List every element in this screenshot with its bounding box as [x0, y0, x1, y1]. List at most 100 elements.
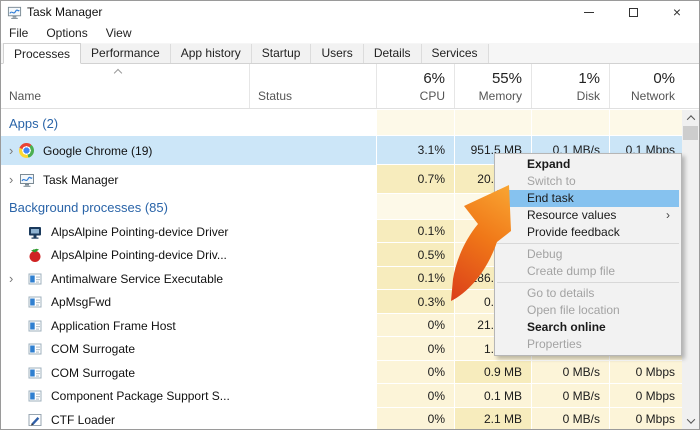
menu-view[interactable]: View: [97, 23, 141, 43]
status-cell: [249, 243, 376, 267]
process-name-cell[interactable]: › Task Manager: [1, 165, 249, 194]
process-name-cell[interactable]: › Google Chrome (19): [1, 136, 249, 165]
cpu-cell: 0.3%: [376, 290, 454, 314]
disk-cell: 0 MB/s: [531, 384, 609, 408]
process-name-cell[interactable]: Application Frame Host: [1, 314, 249, 337]
menu-item-provide-feedback[interactable]: Provide feedback: [497, 224, 679, 241]
process-name-cell[interactable]: ApMsgFwd: [1, 290, 249, 314]
tab-app-history[interactable]: App history: [171, 44, 252, 63]
pen-icon: [27, 412, 44, 428]
chrome-icon: [19, 143, 36, 159]
menu-item-switch-to: Switch to: [497, 173, 679, 190]
process-name: Task Manager: [36, 173, 118, 187]
status-cell: [249, 384, 376, 408]
menu-bar: FileOptionsView: [1, 23, 699, 43]
process-name: Application Frame Host: [44, 319, 176, 333]
scrollbar-thumb[interactable]: [683, 126, 698, 140]
cpu-cell: 0.1%: [376, 220, 454, 243]
window-title: Task Manager: [27, 5, 102, 19]
menu-item-resource-values[interactable]: Resource values›: [497, 207, 679, 224]
expander-icon[interactable]: ›: [1, 172, 19, 187]
network-cell: 0 Mbps: [609, 361, 682, 384]
memory-total-percent: 55%: [455, 70, 531, 87]
process-name: CTF Loader: [44, 413, 115, 427]
network-cell: [609, 110, 682, 136]
scroll-down-button[interactable]: [682, 413, 699, 429]
tab-performance[interactable]: Performance: [81, 44, 171, 63]
process-name-cell[interactable]: CTF Loader: [1, 408, 249, 429]
menu-options[interactable]: Options: [37, 23, 96, 43]
menu-item-debug: Debug: [497, 246, 679, 263]
tab-services[interactable]: Services: [422, 44, 489, 63]
cpu-cell: 0%: [376, 314, 454, 337]
column-network[interactable]: 0% Network: [609, 64, 684, 108]
process-name: Google Chrome (19): [36, 144, 152, 158]
column-cpu[interactable]: 6% CPU: [376, 64, 454, 108]
process-row-ctf-loader[interactable]: CTF Loader0%2.1 MB0 MB/s0 Mbps: [1, 408, 682, 429]
scrollbar[interactable]: [682, 110, 699, 429]
process-name: AlpsAlpine Pointing-device Driver: [44, 225, 228, 239]
menu-item-search-online[interactable]: Search online: [497, 319, 679, 336]
task-manager-app-icon: [7, 5, 22, 20]
menu-item-end-task[interactable]: End task: [497, 190, 679, 207]
chevron-down-icon: [686, 415, 694, 423]
tab-processes[interactable]: Processes: [3, 43, 81, 64]
menu-item-expand[interactable]: Expand: [497, 156, 679, 173]
maximize-icon: [629, 8, 638, 17]
scroll-up-button[interactable]: [682, 110, 699, 126]
cpu-total-percent: 6%: [377, 70, 454, 87]
column-status[interactable]: Status: [249, 64, 376, 108]
column-memory[interactable]: 55% Memory: [454, 64, 531, 108]
cpu-cell: 0.5%: [376, 243, 454, 267]
tomato-icon: [27, 247, 44, 263]
disk-cell: 0 MB/s: [531, 361, 609, 384]
menu-file[interactable]: File: [1, 23, 37, 43]
cpu-cell: 0%: [376, 361, 454, 384]
tab-users[interactable]: Users: [311, 44, 363, 63]
tab-startup[interactable]: Startup: [252, 44, 312, 63]
close-button[interactable]: ×: [655, 1, 699, 23]
column-disk[interactable]: 1% Disk: [531, 64, 609, 108]
group-label: Apps (2): [1, 116, 58, 131]
process-name-cell[interactable]: Component Package Support S...: [1, 384, 249, 408]
group-row-apps-2[interactable]: Apps (2): [1, 110, 682, 136]
tab-bar: ProcessesPerformanceApp historyStartupUs…: [1, 43, 699, 64]
window-controls: ×: [567, 1, 699, 23]
process-name: COM Surrogate: [44, 366, 135, 380]
cpu-cell: 0.1%: [376, 267, 454, 290]
cpu-cell: [376, 194, 454, 220]
disk-total-percent: 1%: [532, 70, 609, 87]
memory-cell: [454, 110, 531, 136]
submenu-arrow-icon: ›: [666, 207, 670, 224]
status-cell: [249, 361, 376, 384]
expander-icon[interactable]: ›: [1, 143, 19, 158]
process-name-cell[interactable]: COM Surrogate: [1, 337, 249, 361]
window-icon: [27, 294, 44, 310]
cpu-cell: 0.7%: [376, 165, 454, 194]
process-name: ApMsgFwd: [44, 295, 111, 309]
process-row-component-package-support-s[interactable]: Component Package Support S...0%0.1 MB0 …: [1, 384, 682, 408]
expander-icon[interactable]: ›: [1, 271, 27, 286]
maximize-button[interactable]: [611, 1, 655, 23]
column-name[interactable]: Name: [1, 64, 249, 108]
monitor-icon: [27, 224, 44, 240]
status-cell: [249, 290, 376, 314]
process-name-cell[interactable]: COM Surrogate: [1, 361, 249, 384]
status-cell: [249, 220, 376, 243]
disk-cell: 0 MB/s: [531, 408, 609, 429]
status-cell: [249, 136, 376, 165]
window-icon: [27, 388, 44, 404]
window-icon: [27, 365, 44, 381]
memory-cell: 2.1 MB: [454, 408, 531, 429]
process-name-cell[interactable]: AlpsAlpine Pointing-device Driv...: [1, 243, 249, 267]
process-name-cell[interactable]: AlpsAlpine Pointing-device Driver: [1, 220, 249, 243]
cpu-cell: 0%: [376, 384, 454, 408]
process-name: COM Surrogate: [44, 342, 135, 356]
process-name-cell[interactable]: ›Antimalware Service Executable: [1, 267, 249, 290]
process-row-com-surrogate[interactable]: COM Surrogate0%0.9 MB0 MB/s0 Mbps: [1, 361, 682, 384]
column-header: Name Status 6% CPU 55% Memory 1% Disk 0%…: [1, 64, 699, 109]
tab-details[interactable]: Details: [364, 44, 422, 63]
window-icon: [27, 271, 44, 287]
process-name: AlpsAlpine Pointing-device Driv...: [44, 248, 227, 262]
minimize-button[interactable]: [567, 1, 611, 23]
